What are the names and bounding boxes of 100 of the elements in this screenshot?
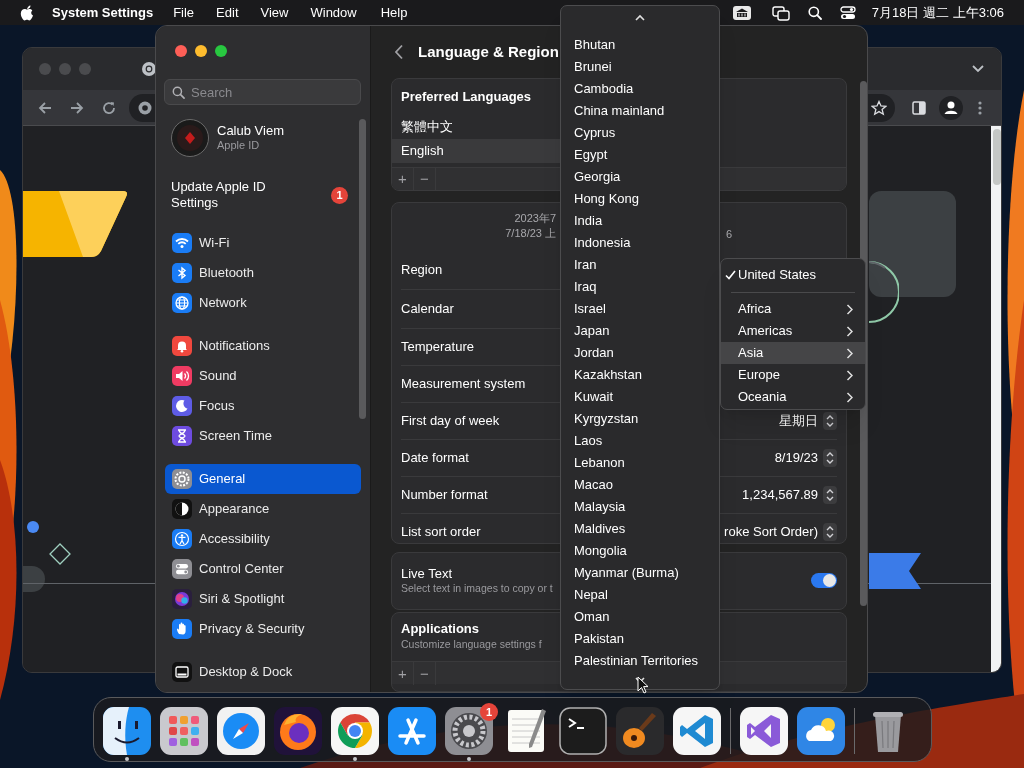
sidebar-item[interactable]: Accessibility: [165, 524, 361, 554]
more-icon[interactable]: [977, 99, 983, 116]
sidebar-item[interactable]: Bluetooth: [165, 258, 361, 288]
back-arrow-icon[interactable]: [37, 99, 53, 116]
list-edit-button[interactable]: +: [392, 167, 414, 190]
list-edit-button[interactable]: −: [414, 661, 436, 685]
control-center-icon[interactable]: [839, 5, 856, 20]
app-menu[interactable]: System Settings: [52, 2, 154, 23]
sidebar-item[interactable]: Appearance: [165, 494, 361, 524]
menu-item[interactable]: Indonesia: [561, 232, 719, 254]
sidebar-item[interactable]: Network: [165, 288, 361, 318]
menu-item[interactable]: Japan: [561, 320, 719, 342]
flame-globe-icon[interactable]: [274, 707, 322, 755]
menu-bar-clock[interactable]: 7月18日 週二 上午3:06: [871, 2, 1004, 23]
zoom-button[interactable]: [215, 45, 227, 57]
list-edit-button[interactable]: −: [414, 167, 436, 190]
scrollbar-thumb[interactable]: [993, 129, 1001, 185]
cloud-sun-icon[interactable]: [797, 707, 845, 755]
compass-icon[interactable]: [217, 707, 265, 755]
site-icon[interactable]: [137, 99, 153, 116]
chevron-up-icon[interactable]: [635, 13, 645, 21]
sidebar-item[interactable]: Privacy & Security: [165, 614, 361, 644]
close-button[interactable]: [175, 45, 187, 57]
menu-item[interactable]: Egypt: [561, 144, 719, 166]
menu-item[interactable]: United States: [721, 263, 865, 287]
sidebar-item[interactable]: Desktop & Dock: [165, 657, 361, 687]
value-popup-button[interactable]: 8/19/23: [774, 447, 837, 468]
building-icon[interactable]: [731, 4, 752, 21]
minimize-button[interactable]: [195, 45, 207, 57]
menu-bar-item[interactable]: Edit: [216, 2, 239, 23]
menu-item[interactable]: Macao: [561, 474, 719, 496]
menu-item[interactable]: Bhutan: [561, 34, 719, 56]
ring-logo-icon[interactable]: [331, 707, 379, 755]
sidebar-item[interactable]: Wi-Fi: [165, 228, 361, 258]
menu-item[interactable]: Israel: [561, 298, 719, 320]
screen-mirroring-icon[interactable]: [771, 4, 790, 21]
sidebar-item[interactable]: General: [165, 464, 361, 494]
sidebar-item[interactable]: Focus: [165, 391, 361, 421]
menu-item[interactable]: Laos: [561, 430, 719, 452]
value-popup-button[interactable]: roke Sort Order): [724, 522, 837, 542]
menu-item[interactable]: Malaysia: [561, 496, 719, 518]
list-row[interactable]: 繁體中文: [392, 115, 560, 139]
scrollbar-thumb[interactable]: [359, 119, 366, 419]
smiling-face-icon[interactable]: [103, 707, 151, 755]
menu-item[interactable]: India: [561, 210, 719, 232]
menu-item[interactable]: Hong Kong: [561, 188, 719, 210]
menu-item[interactable]: China mainland: [561, 100, 719, 122]
sidebar-item[interactable]: Notifications: [165, 331, 361, 361]
menu-item[interactable]: Maldives: [561, 518, 719, 540]
menu-item[interactable]: Cyprus: [561, 122, 719, 144]
menu-bar-item[interactable]: File: [173, 2, 195, 23]
chevron-left-icon[interactable]: [394, 44, 404, 60]
menu-bar-item[interactable]: Help: [380, 2, 408, 23]
value-popup-button[interactable]: 星期日: [779, 410, 837, 431]
menu-item[interactable]: Nepal: [561, 584, 719, 606]
menu-item[interactable]: Jordan: [561, 342, 719, 364]
terminal-icon[interactable]: [559, 707, 607, 755]
menu-item[interactable]: Iraq: [561, 276, 719, 298]
guitar-icon[interactable]: [616, 707, 664, 755]
menu-item[interactable]: Europe: [721, 364, 865, 386]
sidebar-icon[interactable]: [911, 99, 927, 116]
menu-item[interactable]: Kuwait: [561, 386, 719, 408]
menu-item[interactable]: Americas: [721, 320, 865, 342]
account-item[interactable]: Calub Viem Apple ID: [156, 119, 370, 157]
value-popup-button[interactable]: 1,234,567.89: [742, 484, 837, 505]
menu-item[interactable]: Oceania: [721, 386, 865, 408]
menu-item[interactable]: Asia: [721, 342, 865, 364]
menu-item[interactable]: Africa: [721, 298, 865, 320]
menu-bar-item[interactable]: Window: [310, 2, 357, 23]
menu-item[interactable]: Lebanon: [561, 452, 719, 474]
app-store-icon[interactable]: [388, 707, 436, 755]
apple-icon[interactable]: [20, 4, 34, 21]
menu-item[interactable]: Palestinian Territories: [561, 650, 719, 672]
sidebar-item[interactable]: Control Center: [165, 554, 361, 584]
sidebar-item[interactable]: Screen Time: [165, 421, 361, 451]
search-field[interactable]: Search: [164, 79, 361, 105]
menu-item[interactable]: Kazakhstan: [561, 364, 719, 386]
menu-item[interactable]: Brunei: [561, 56, 719, 78]
list-edit-button[interactable]: +: [392, 661, 414, 685]
code-editor-icon[interactable]: [673, 707, 721, 755]
menu-item[interactable]: Myanmar (Burma): [561, 562, 719, 584]
app-grid-icon[interactable]: [160, 707, 208, 755]
forward-arrow-icon[interactable]: [69, 99, 85, 116]
search-icon[interactable]: [807, 5, 822, 20]
gear-icon[interactable]: [445, 707, 493, 755]
menu-item[interactable]: Cambodia: [561, 78, 719, 100]
sidebar-item[interactable]: Sound: [165, 361, 361, 391]
chevron-down-icon[interactable]: [971, 64, 985, 74]
menu-item[interactable]: Oman: [561, 606, 719, 628]
star-icon[interactable]: [871, 99, 887, 116]
sidebar-item[interactable]: Siri & Spotlight: [165, 584, 361, 614]
menu-item[interactable]: Pakistan: [561, 628, 719, 650]
toggle-switch[interactable]: [811, 573, 837, 589]
notice-link[interactable]: Update Apple ID Settings: [171, 179, 291, 211]
menu-item[interactable]: Mongolia: [561, 540, 719, 562]
reload-icon[interactable]: [101, 99, 117, 116]
menu-item[interactable]: Georgia: [561, 166, 719, 188]
menu-item[interactable]: Kyrgyzstan: [561, 408, 719, 430]
list-row[interactable]: English: [392, 139, 560, 163]
menu-bar-item[interactable]: View: [260, 2, 289, 23]
